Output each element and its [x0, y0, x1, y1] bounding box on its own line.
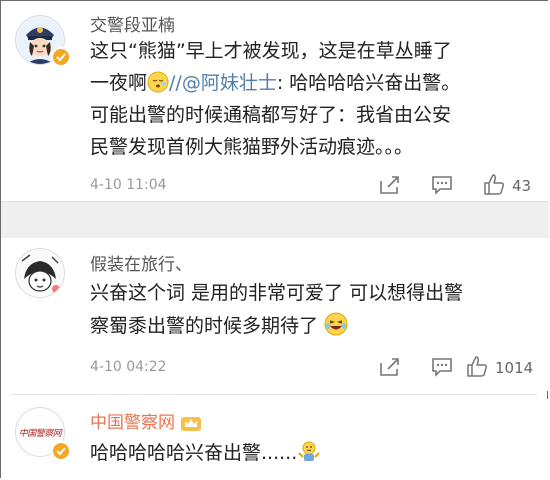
- comment-text-line: 一夜啊//@阿妹壮士: 哈哈哈哈兴奋出警。: [90, 67, 460, 103]
- share-button[interactable]: [379, 357, 401, 381]
- comment-text-line: 可能出警的时候通稿都写好了：我省由公安: [90, 104, 452, 126]
- laughing-tears-emoji: [324, 312, 348, 346]
- username[interactable]: 中国警察网: [90, 408, 202, 437]
- comment-icon: [432, 358, 452, 377]
- comment-list: 交警段亚楠 这只“熊猫”早上才被发现，这是在草丛睡了 一夜啊//@阿妹壮士: 哈…: [0, 0, 549, 479]
- verified-badge-icon: [51, 441, 71, 461]
- comment-time: 4-10 11:04: [90, 177, 167, 193]
- share-icon: [380, 358, 399, 376]
- section-separator: [1, 201, 549, 240]
- mention-link[interactable]: @阿妹壮士: [182, 72, 277, 94]
- comment-item: 中国警察网 中国警察网 哈哈哈哈哈兴奋出警......: [1, 399, 549, 479]
- comment-icon: [432, 176, 452, 195]
- thumbs-up-icon: [467, 356, 488, 377]
- comment-text-line: 哈哈哈哈哈兴奋出警......: [90, 437, 321, 473]
- comment-text-line: 察蜀黍出警的时候多期待了: [90, 310, 348, 346]
- share-icon: [380, 176, 399, 194]
- comment-button[interactable]: [431, 357, 453, 381]
- like-count: 43: [512, 177, 532, 195]
- comment-text-line: 这只“熊猫”早上才被发现，这是在草丛睡了: [90, 40, 452, 62]
- share-button[interactable]: [379, 175, 401, 199]
- thumbs-up-icon: [484, 174, 505, 195]
- comment-text-line: 民警发现首例大熊猫野外活动痕迹。。。: [90, 136, 414, 158]
- comment-button[interactable]: [431, 175, 453, 199]
- comment-text-line: 兴奋这个词 是用的非常可爱了 可以想得出警: [90, 282, 464, 304]
- like-button[interactable]: [466, 356, 488, 381]
- comment-item: 交警段亚楠 这只“熊猫”早上才被发现，这是在草丛睡了 一夜啊//@阿妹壮士: 哈…: [1, 1, 549, 201]
- comment-divider: [11, 394, 537, 395]
- comment-time: 4-10 04:22: [90, 359, 167, 375]
- like-button[interactable]: [483, 174, 505, 199]
- shrug-emoji: [297, 439, 321, 473]
- verified-badge-icon: [51, 47, 71, 67]
- crown-icon: [180, 414, 202, 437]
- username[interactable]: 假装在旅行、: [90, 250, 192, 275]
- like-count: 1014: [495, 359, 534, 377]
- username[interactable]: 交警段亚楠: [90, 11, 175, 36]
- comment-item: 假装在旅行、 兴奋这个词 是用的非常可爱了 可以想得出警 察蜀黍出警的时候多期待…: [1, 238, 549, 391]
- user-avatar[interactable]: [15, 248, 65, 298]
- cartoon-avatar-icon: [16, 249, 64, 297]
